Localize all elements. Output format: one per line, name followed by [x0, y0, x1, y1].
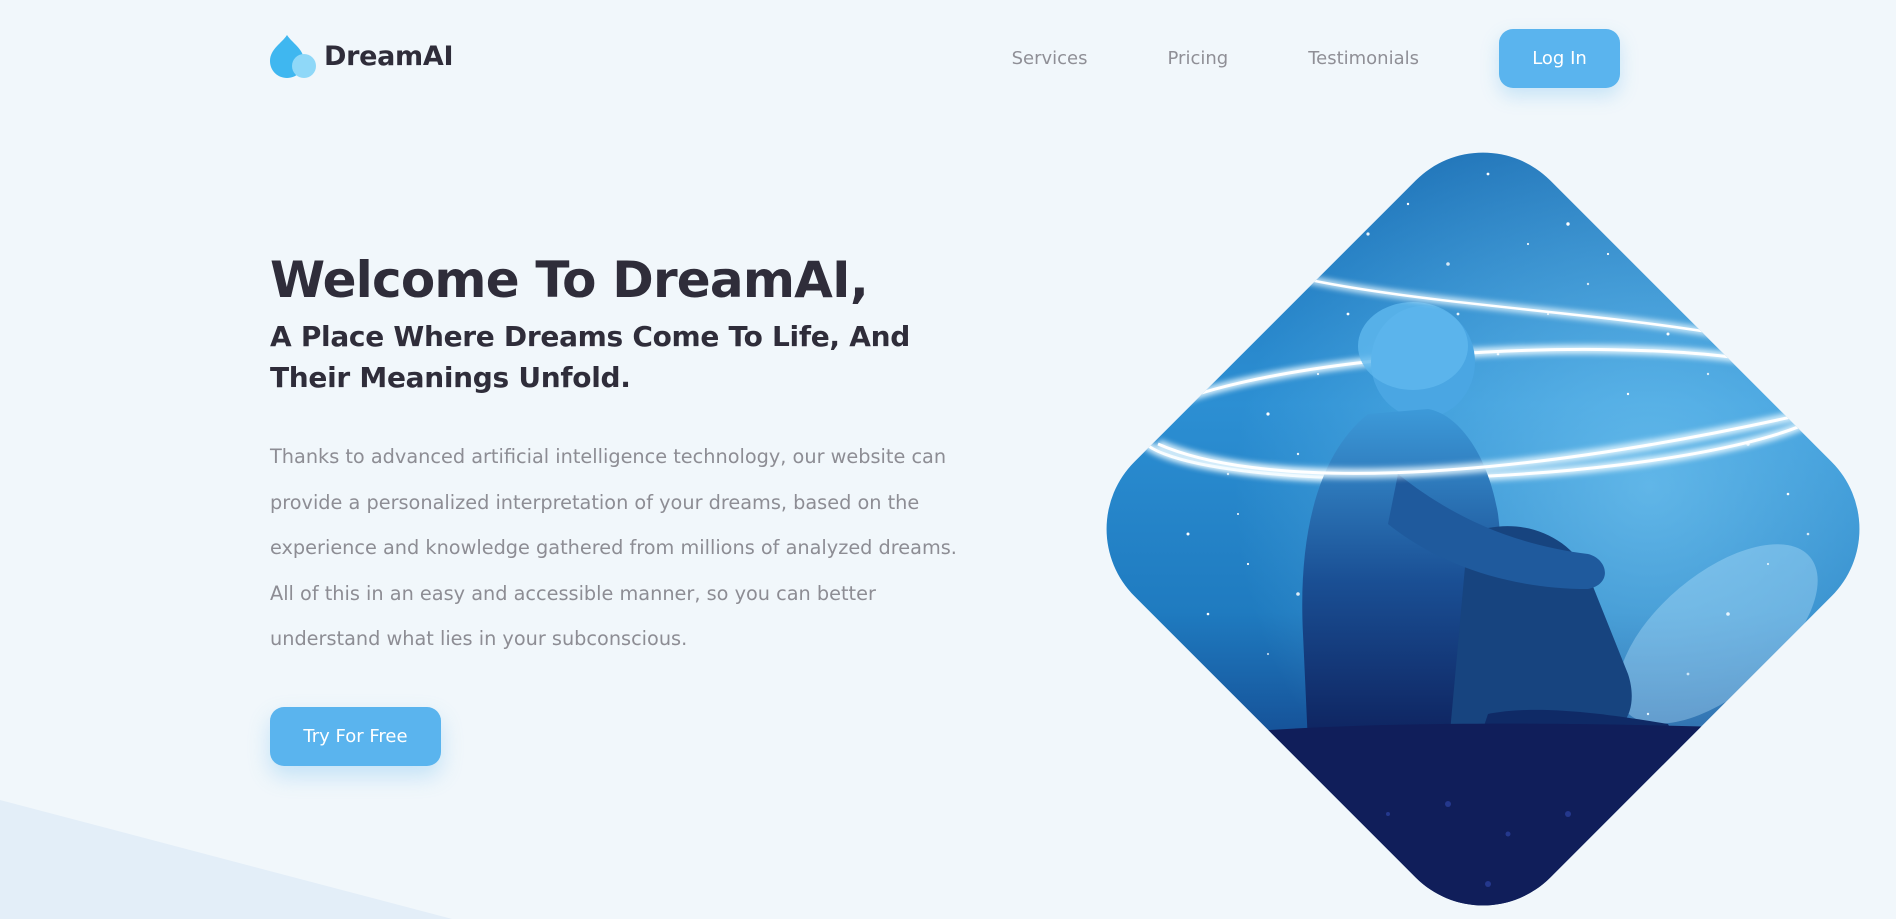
droplet-logo-icon [270, 33, 316, 79]
brand-logo[interactable]: DreamAI [270, 32, 454, 80]
nav-link-pricing[interactable]: Pricing [1168, 48, 1229, 69]
login-button[interactable]: Log In [1499, 28, 1620, 88]
nav-link-testimonials[interactable]: Testimonials [1308, 48, 1419, 69]
decorative-wedge [0, 800, 532, 919]
main-nav: Services Pricing Testimonials Log In [1012, 28, 1620, 88]
hero-title: Welcome To DreamAI, [270, 251, 869, 309]
hero-section: Welcome To DreamAI, A Place Where Dreams… [270, 248, 960, 662]
hero-subtitle: A Place Where Dreams Come To Life, And T… [270, 320, 910, 394]
site-header: DreamAI Services Pricing Testimonials Lo… [270, 28, 1620, 88]
hero-description: Thanks to advanced artificial intelligen… [270, 445, 957, 650]
starry-sky-person-illustration [1068, 114, 1896, 919]
landing-page: DreamAI Services Pricing Testimonials Lo… [0, 0, 1896, 919]
nav-link-services[interactable]: Services [1012, 48, 1088, 69]
try-for-free-button[interactable]: Try For Free [270, 707, 441, 766]
brand-name: DreamAI [324, 40, 454, 72]
